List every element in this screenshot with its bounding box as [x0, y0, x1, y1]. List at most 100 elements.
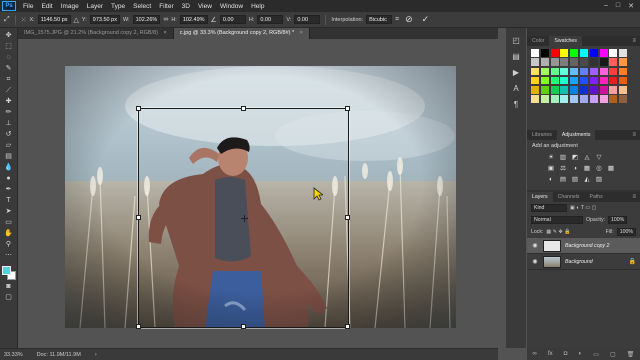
transform-handle-bottom-right[interactable]	[345, 324, 350, 329]
color-swatch[interactable]	[609, 49, 618, 57]
color-swatch[interactable]	[579, 95, 588, 103]
color-swatch[interactable]	[550, 76, 559, 85]
history-brush-tool-icon[interactable]: ↺	[3, 131, 15, 140]
adjustment-icon[interactable]: ◐	[547, 176, 555, 183]
color-swatch[interactable]	[540, 67, 549, 76]
adjustment-icon[interactable]: ▩	[607, 165, 615, 172]
layer-row[interactable]: ◉ Background copy 2	[527, 238, 640, 254]
menu-layer[interactable]: Layer	[83, 3, 107, 10]
color-swatch[interactable]	[599, 58, 608, 66]
color-swatch[interactable]	[560, 95, 569, 103]
fill-field[interactable]: 100%	[616, 228, 636, 236]
color-swatch[interactable]	[540, 95, 549, 103]
menu-image[interactable]: Image	[57, 3, 83, 10]
move-tool-icon[interactable]: ✥	[3, 32, 15, 41]
filter-icons[interactable]: ▣ ◐ T ▭ ▢	[570, 205, 597, 211]
color-swatch[interactable]	[540, 49, 549, 57]
color-swatch[interactable]	[579, 49, 588, 57]
layers-footer-icon[interactable]: ∞	[533, 351, 537, 357]
color-swatch[interactable]	[550, 67, 559, 76]
color-swatch[interactable]	[589, 86, 598, 94]
layers-footer-icon[interactable]: fx	[548, 351, 553, 357]
adjustment-icon[interactable]: ◎	[595, 165, 603, 172]
color-swatch[interactable]	[609, 76, 618, 85]
adjustment-icon[interactable]: ☀	[547, 154, 555, 161]
color-swatch[interactable]	[560, 49, 569, 57]
reference-point-crosshair-icon[interactable]	[241, 215, 248, 222]
color-swatch[interactable]	[570, 76, 579, 85]
layers-footer-icon[interactable]: ◐	[578, 351, 582, 357]
close-tab-icon[interactable]: ×	[300, 30, 303, 36]
color-swatch[interactable]	[560, 76, 569, 85]
color-swatch[interactable]	[619, 95, 628, 103]
quick-select-tool-icon[interactable]: ✎	[3, 65, 15, 74]
angle-field[interactable]: 0.00	[219, 15, 246, 24]
layer-kind-filter[interactable]: Kind	[531, 204, 567, 212]
free-transform-bounding-box[interactable]	[136, 106, 350, 329]
adjustment-icon[interactable]: ◬	[583, 154, 591, 161]
tab-color[interactable]: Color	[527, 36, 549, 46]
height-field[interactable]: 102.49%	[179, 15, 208, 24]
color-swatch[interactable]	[579, 67, 588, 76]
link-icon[interactable]: ∞	[163, 16, 168, 23]
panel-menu-icon[interactable]: ≡	[632, 38, 640, 44]
transform-handle-top[interactable]	[241, 106, 246, 111]
document-tab[interactable]: IMG_1575.JPG @ 21.2% (Background copy 2,…	[18, 28, 174, 39]
actions-panel-icon[interactable]: ▶	[511, 68, 522, 78]
color-swatch[interactable]	[570, 49, 579, 57]
color-swatch[interactable]	[531, 58, 539, 66]
document-tab-active[interactable]: c.jpg @ 33.3% (Background copy 2, RGB/8#…	[173, 28, 310, 39]
panel-menu-icon[interactable]: ≡	[632, 132, 640, 138]
visibility-eye-icon[interactable]: ◉	[531, 258, 539, 265]
color-swatch[interactable]	[531, 86, 539, 94]
color-swatch[interactable]	[531, 67, 539, 76]
pen-tool-icon[interactable]: ✒	[3, 186, 15, 195]
color-swatch[interactable]	[609, 86, 618, 94]
color-swatch[interactable]	[579, 86, 588, 94]
color-swatch[interactable]	[619, 58, 628, 66]
blend-mode-select[interactable]: Normal	[531, 216, 583, 224]
menu-3d[interactable]: 3D	[178, 3, 194, 10]
type-tool-icon[interactable]: T	[3, 197, 15, 206]
adjustment-icon[interactable]: ▽	[595, 154, 603, 161]
layers-footer-icon[interactable]: 🗑	[627, 351, 635, 358]
color-swatch[interactable]	[560, 86, 569, 94]
adjustment-icon[interactable]: ◩	[571, 154, 579, 161]
menu-help[interactable]: Help	[247, 3, 268, 10]
color-swatch[interactable]	[589, 76, 598, 85]
opacity-field[interactable]: 100%	[608, 216, 628, 224]
color-swatch[interactable]	[560, 58, 569, 66]
reference-point-icon[interactable]: ⁙	[21, 16, 27, 24]
quick-mask-icon[interactable]: ◙	[3, 283, 15, 292]
y-position-field[interactable]: 973.50 px	[89, 15, 120, 24]
color-swatch[interactable]	[599, 49, 608, 57]
dodge-tool-icon[interactable]: ●	[3, 175, 15, 184]
relative-position-icon[interactable]: △	[74, 16, 79, 24]
transform-handle-right[interactable]	[345, 215, 350, 220]
color-swatch[interactable]	[579, 58, 588, 66]
color-swatch[interactable]	[531, 76, 539, 85]
adjustment-icon[interactable]: ▤	[559, 176, 567, 183]
hand-tool-icon[interactable]: ✋	[3, 230, 15, 239]
history-panel-icon[interactable]: ◰	[511, 36, 522, 46]
horizontal-skew-field[interactable]: 0.00	[257, 15, 284, 24]
zoom-level[interactable]: 33.33%	[4, 352, 23, 358]
tab-adjustments[interactable]: Adjustments	[556, 130, 596, 140]
blur-tool-icon[interactable]: 💧	[3, 164, 15, 173]
clone-stamp-tool-icon[interactable]: ⊥	[3, 120, 15, 129]
menu-edit[interactable]: Edit	[37, 3, 56, 10]
color-swatch[interactable]	[619, 49, 628, 57]
layers-footer-icon[interactable]: ▢	[610, 351, 616, 358]
x-position-field[interactable]: 1146.50 px	[37, 15, 71, 24]
brush-tool-icon[interactable]: ✏	[3, 109, 15, 118]
adjustment-icon[interactable]: ◭	[583, 176, 591, 183]
color-swatch[interactable]	[570, 67, 579, 76]
lock-icons[interactable]: ▦ ✎ ✥ 🔒	[546, 229, 570, 235]
rectangle-tool-icon[interactable]: ▭	[3, 219, 15, 228]
zoom-tool-icon[interactable]: ⚲	[3, 241, 15, 250]
screen-mode-icon[interactable]: ▢	[3, 294, 15, 303]
adjustment-icon[interactable]: ▥	[559, 154, 567, 161]
color-swatch[interactable]	[619, 86, 628, 94]
color-swatch[interactable]	[599, 95, 608, 103]
color-swatch[interactable]	[589, 49, 598, 57]
